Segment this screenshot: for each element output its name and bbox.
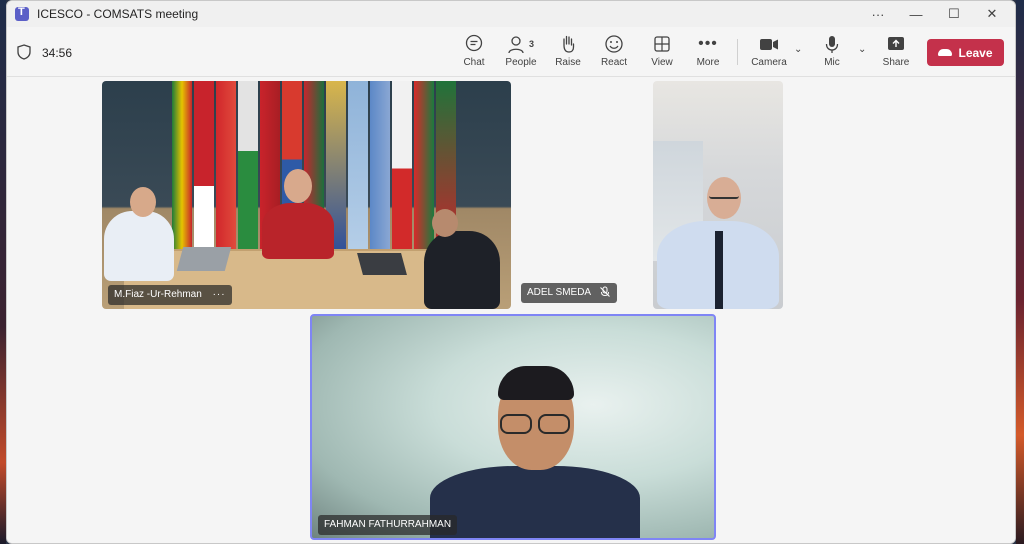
participant-figure (262, 203, 334, 259)
tile-more-icon[interactable]: ··· (213, 289, 226, 300)
meeting-toolbar: 34:56 Chat 3 People Raise React View •••… (7, 27, 1015, 77)
chat-icon (465, 34, 483, 52)
video-tile-office[interactable] (653, 81, 783, 309)
meeting-timer: 34:56 (42, 46, 73, 60)
participant-head (284, 169, 312, 203)
share-label: Share (882, 57, 910, 68)
leave-button[interactable]: Leave (927, 39, 1004, 66)
mic-button[interactable]: Mic (817, 33, 847, 73)
share-button[interactable]: Share (881, 33, 911, 73)
camera-label: Camera (751, 57, 787, 68)
hair (498, 366, 574, 400)
glasses (709, 193, 739, 199)
more-button[interactable]: ••• More (693, 33, 723, 73)
close-icon[interactable]: ✕ (973, 6, 1011, 22)
phone-hangup-icon (938, 49, 953, 56)
participant-figure (104, 211, 174, 281)
view-button[interactable]: View (647, 33, 677, 73)
mic-label: Mic (824, 57, 840, 68)
window-controls: ··· — ☐ ✕ (859, 1, 1011, 27)
react-button[interactable]: React (599, 33, 629, 73)
glasses (500, 414, 572, 434)
people-label: People (505, 57, 537, 68)
react-label: React (600, 57, 628, 68)
window-title: ICESCO - COMSATS meeting (37, 7, 199, 21)
mic-options-chevron-icon[interactable]: ⌄ (858, 44, 866, 55)
participant-name: M.Fiaz -Ur-Rehman (114, 289, 202, 300)
flag (194, 81, 214, 256)
teams-app-icon (15, 6, 29, 21)
camera-button[interactable]: Camera (751, 33, 787, 73)
view-label: View (651, 57, 673, 68)
participant-head (130, 187, 156, 217)
participant-head (432, 209, 458, 237)
people-button[interactable]: 3 People (503, 33, 539, 73)
mic-off-icon (600, 286, 611, 298)
teams-meeting-window: ICESCO - COMSATS meeting ··· — ☐ ✕ 34:56… (6, 0, 1016, 544)
raise-label: Raise (555, 57, 581, 68)
people-icon (508, 36, 524, 54)
flag (172, 81, 192, 256)
react-icon (605, 35, 623, 53)
raise-hand-button[interactable]: Raise (553, 33, 583, 73)
maximize-icon[interactable]: ☐ (935, 6, 973, 22)
laptop (357, 253, 407, 275)
mic-icon (825, 36, 839, 53)
more-label: More (696, 57, 720, 68)
video-tile-fiaz[interactable]: M.Fiaz -Ur-Rehman ··· (102, 81, 511, 309)
share-icon (888, 37, 904, 50)
people-glyph: 3 (503, 33, 539, 55)
chat-button[interactable]: Chat (459, 33, 489, 73)
chat-label: Chat (463, 57, 485, 68)
participant-name-tag[interactable]: ADEL SMEDA (521, 283, 618, 303)
desktop-background-right (1016, 0, 1024, 544)
more-icon: ••• (698, 35, 718, 52)
flag (370, 81, 390, 256)
flag (238, 81, 258, 256)
participant-name: FAHMAN FATHURRAHMAN (324, 519, 452, 530)
video-stage: M.Fiaz -Ur-Rehman ··· ADEL SMEDA FAHMAN … (7, 78, 1015, 543)
view-icon (654, 36, 670, 52)
flag (348, 81, 368, 256)
flag (392, 81, 412, 256)
tie (715, 231, 723, 309)
camera-icon (760, 39, 778, 50)
window-more-icon[interactable]: ··· (859, 7, 897, 22)
flag (216, 81, 236, 256)
video-tile-fahman[interactable]: FAHMAN FATHURRAHMAN (310, 314, 716, 540)
participant-name: ADEL SMEDA (527, 287, 591, 298)
title-bar: ICESCO - COMSATS meeting ··· — ☐ ✕ (7, 1, 1015, 27)
people-count: 3 (528, 39, 534, 49)
toolbar-divider (737, 39, 738, 65)
camera-options-chevron-icon[interactable]: ⌄ (794, 44, 802, 55)
raise-hand-icon (563, 35, 575, 53)
leave-label: Leave (958, 45, 993, 60)
minimize-icon[interactable]: — (897, 7, 935, 22)
laptop (176, 247, 232, 271)
flag (414, 81, 434, 256)
participant-figure (424, 231, 500, 309)
participant-name-tag: M.Fiaz -Ur-Rehman ··· (108, 285, 232, 305)
participant-name-tag: FAHMAN FATHURRAHMAN (318, 515, 458, 535)
participant-figure (430, 466, 640, 538)
shield-icon (17, 44, 31, 60)
